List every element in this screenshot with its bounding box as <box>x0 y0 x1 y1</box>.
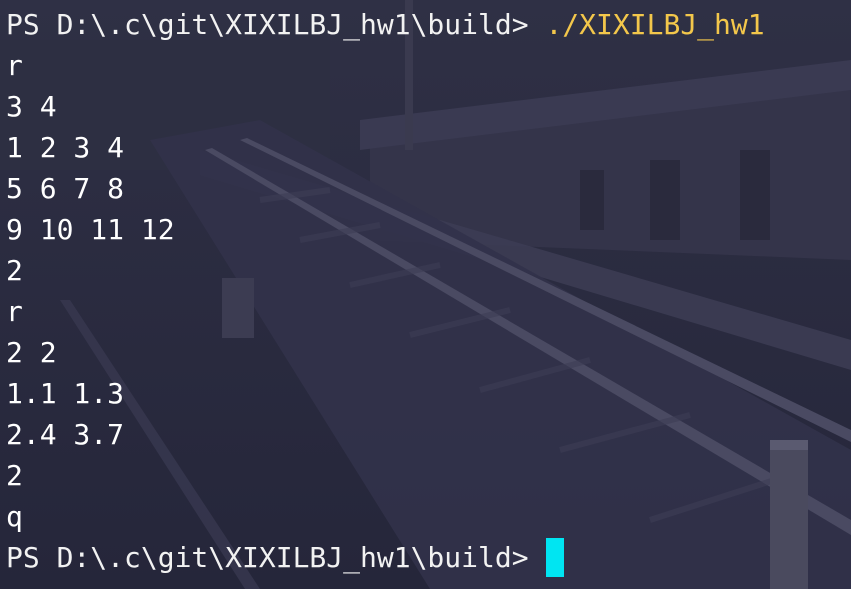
terminal-output: PS D:\.c\git\XIXILBJ_hw1\build> ./XIXILB… <box>6 4 851 578</box>
output-line: q <box>6 500 23 533</box>
output-line: 1 2 3 4 <box>6 131 125 164</box>
prompt-text: PS D:\.c\git\XIXILBJ_hw1\build> <box>6 8 529 41</box>
output-line: 2 <box>6 459 23 492</box>
terminal-window[interactable]: PS D:\.c\git\XIXILBJ_hw1\build> ./XIXILB… <box>0 0 851 589</box>
output-line: 1.1 1.3 <box>6 377 125 410</box>
output-line: 9 10 11 12 <box>6 213 175 246</box>
final-prompt-text: PS D:\.c\git\XIXILBJ_hw1\build> <box>6 541 529 574</box>
output-line: r <box>6 295 23 328</box>
output-line: 2.4 3.7 <box>6 418 125 451</box>
command-line: PS D:\.c\git\XIXILBJ_hw1\build> ./XIXILB… <box>6 4 851 45</box>
input-line[interactable]: PS D:\.c\git\XIXILBJ_hw1\build> <box>6 537 851 578</box>
output-line: 5 6 7 8 <box>6 172 125 205</box>
output-line: r <box>6 49 23 82</box>
output-line: 2 <box>6 254 23 287</box>
output-line: 3 4 <box>6 90 57 123</box>
block-cursor-icon <box>545 537 564 577</box>
command-text: ./XIXILBJ_hw1 <box>545 8 765 41</box>
output-line: 2 2 <box>6 336 57 369</box>
